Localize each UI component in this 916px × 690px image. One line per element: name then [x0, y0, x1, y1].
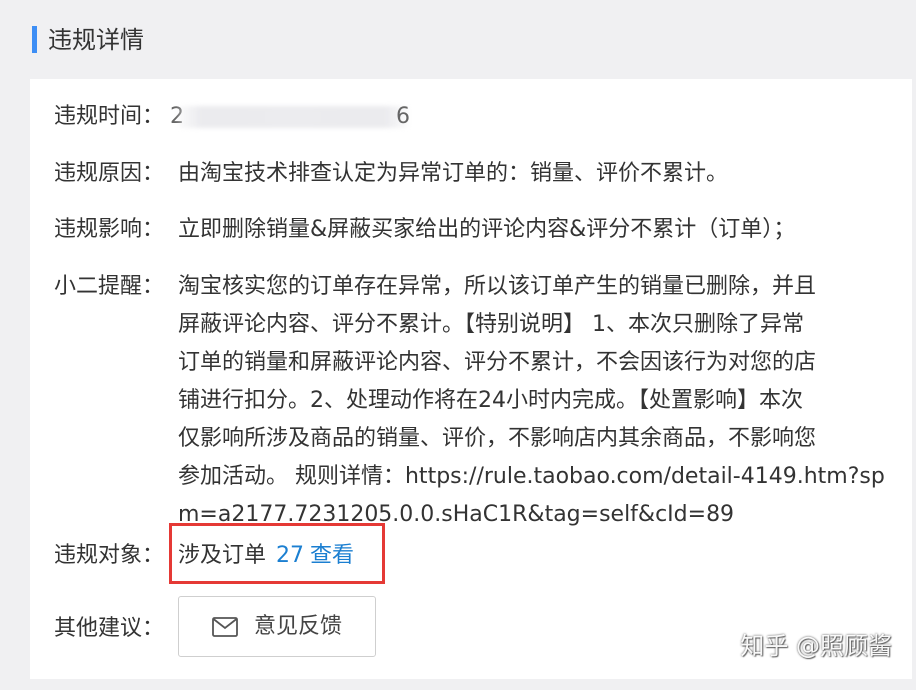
feedback-button-label: 意见反馈: [253, 613, 342, 639]
suggestion-label: 其他建议：: [54, 616, 165, 641]
violation-reason-label: 违规原因：: [54, 161, 165, 186]
header-accent-bar: [32, 26, 37, 53]
section-header: 违规详情: [0, 0, 916, 78]
order-count: 27: [276, 543, 305, 568]
violation-impact-label: 违规影响：: [54, 217, 165, 242]
reminder-line: 参加活动。 规则详情：https://rule.taobao.com/detai…: [178, 464, 885, 489]
violation-target-label: 违规对象：: [54, 543, 165, 568]
feedback-button[interactable]: 意见反馈: [178, 596, 376, 657]
violation-target-value: 涉及订单 27 查看: [178, 537, 354, 575]
view-orders-link[interactable]: 查看: [310, 543, 354, 568]
violation-impact-value: 立即删除销量&屏蔽买家给出的评论内容&评分不累计（订单）；: [178, 217, 796, 242]
page-title: 违规详情: [48, 26, 144, 54]
redacted-blur: [178, 106, 408, 128]
reminder-line: 屏蔽评论内容、评分不累计。【特别说明】 1、本次只删除了异常: [178, 312, 804, 337]
watermark: 知乎 @照顾酱: [740, 632, 892, 660]
violation-time-label: 违规时间：: [54, 104, 165, 129]
reminder-text: 淘宝核实您的订单存在异常，所以该订单产生的销量已删除，并且 屏蔽评论内容、评分不…: [178, 268, 890, 534]
reminder-line: 仅影响所涉及商品的销量、评价，不影响店内其余商品，不影响您: [178, 426, 817, 451]
mail-icon: [212, 616, 238, 637]
reminder-line: 淘宝核实您的订单存在异常，所以该订单产生的销量已删除，并且: [178, 274, 817, 299]
violation-details-card: 违规时间： 2 6 违规原因： 由淘宝技术排查认定为异常订单的：销量、评价不累计…: [30, 79, 912, 679]
violation-reason-value: 由淘宝技术排查认定为异常订单的：销量、评价不累计。: [178, 161, 729, 186]
order-text: 涉及订单: [178, 543, 267, 568]
violation-time-end: 6: [396, 104, 410, 129]
reminder-line: 订单的销量和屏蔽评论内容、评分不累计，不会因该行为对您的店: [178, 350, 817, 375]
reminder-label: 小二提醒：: [54, 274, 165, 299]
reminder-line: 铺进行扣分。2、处理动作将在24小时内完成。【处置影响】本次: [178, 388, 803, 413]
